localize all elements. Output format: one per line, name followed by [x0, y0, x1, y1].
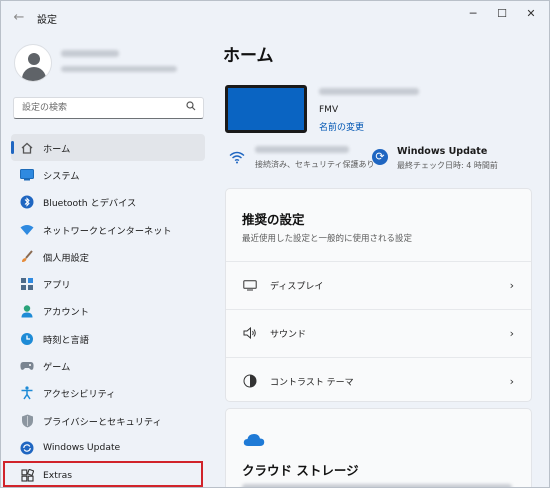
recommended-row-display[interactable]: ディスプレイ › — [226, 261, 531, 308]
title-bar: ← 設定 ─ ☐ ✕ — [1, 1, 549, 35]
bluetooth-icon — [19, 194, 35, 210]
chevron-right-icon: › — [509, 374, 514, 388]
sidebar-item-label: システム — [43, 170, 80, 182]
rename-link[interactable]: 名前の変更 — [319, 120, 364, 133]
user-name-redacted — [61, 50, 119, 57]
recommended-subtitle: 最近使用した設定と一般的に使用される設定 — [242, 234, 413, 244]
sidebar-item-label: プライバシーとセキュリティ — [43, 416, 162, 428]
sidebar-item-network[interactable]: ネットワークとインターネット — [11, 216, 205, 243]
sidebar-item-label: Windows Update — [43, 442, 121, 454]
brush-icon — [19, 249, 35, 265]
window-title: 設定 — [37, 15, 57, 26]
sidebar-item-label: 時刻と言語 — [43, 334, 89, 346]
monitor-icon — [242, 279, 258, 291]
row-label: ディスプレイ — [270, 281, 324, 292]
device-image — [225, 85, 307, 133]
network-status: 接続済み、セキュリティ保護あり — [255, 160, 375, 169]
search-box[interactable] — [13, 97, 204, 119]
sidebar-item-system[interactable]: システム — [11, 161, 205, 188]
sidebar-item-accounts[interactable]: アカウント — [11, 298, 205, 325]
sidebar-nav: ホーム システム Bluetooth とデバイス ネットワークとインターネット … — [11, 134, 205, 487]
arrow-left-icon: ← — [13, 10, 25, 25]
avatar[interactable] — [14, 44, 52, 82]
windows-update-icon: ⟳ — [372, 149, 388, 165]
cloud-storage-title: クラウド ストレージ — [242, 463, 359, 478]
contrast-icon — [242, 374, 258, 388]
shield-icon — [19, 413, 35, 429]
page-title: ホーム — [223, 46, 274, 66]
time-language-icon — [19, 331, 35, 347]
row-label: コントラスト テーマ — [270, 377, 354, 388]
sidebar-item-home[interactable]: ホーム — [11, 134, 205, 162]
recommended-title: 推奨の設定 — [242, 212, 305, 227]
sidebar-item-label: ネットワークとインターネット — [43, 225, 172, 237]
device-name-redacted — [319, 88, 419, 95]
sidebar-item-apps[interactable]: アプリ — [11, 270, 205, 297]
sidebar-item-privacy[interactable]: プライバシーとセキュリティ — [11, 407, 205, 434]
sidebar-item-gaming[interactable]: ゲーム — [11, 352, 205, 379]
maximize-button[interactable]: ☐ — [488, 5, 516, 23]
speaker-icon — [242, 327, 258, 339]
sidebar-item-label: Bluetooth とデバイス — [43, 198, 137, 210]
sidebar-item-label: アプリ — [43, 280, 71, 292]
recommended-row-contrast[interactable]: コントラスト テーマ › — [226, 357, 531, 404]
sidebar-item-windows-update[interactable]: Windows Update — [11, 434, 205, 461]
sidebar-item-label: ゲーム — [43, 362, 71, 374]
extras-highlight-box — [3, 461, 203, 487]
sidebar-item-label: 個人用設定 — [43, 252, 89, 264]
search-input[interactable] — [22, 100, 182, 116]
row-label: サウンド — [270, 329, 307, 340]
chevron-right-icon: › — [509, 326, 514, 340]
gaming-icon — [19, 358, 35, 374]
account-icon — [19, 303, 35, 319]
sidebar-item-label: ホーム — [43, 143, 71, 155]
sidebar-item-label: アクセシビリティ — [43, 389, 116, 401]
sidebar-item-personalization[interactable]: 個人用設定 — [11, 243, 205, 270]
cloud-icon — [243, 432, 265, 451]
recommended-settings-card: 推奨の設定 最近使用した設定と一般的に使用される設定 ディスプレイ › サウンド… — [225, 188, 532, 402]
sidebar-item-accessibility[interactable]: アクセシビリティ — [11, 380, 205, 407]
sidebar-item-time-language[interactable]: 時刻と言語 — [11, 325, 205, 352]
home-icon — [19, 140, 35, 156]
sidebar-item-label: アカウント — [43, 307, 89, 319]
cloud-description-redacted — [242, 484, 512, 487]
network-name-redacted — [255, 146, 349, 153]
close-button[interactable]: ✕ — [517, 5, 545, 23]
windows-update-title[interactable]: Windows Update — [397, 146, 487, 157]
update-icon — [19, 440, 35, 456]
recommended-row-sound[interactable]: サウンド › — [226, 309, 531, 356]
user-email-redacted — [61, 66, 177, 72]
windows-update-status: 最終チェック日時: 4 時間前 — [397, 161, 498, 170]
apps-icon — [19, 276, 35, 292]
wifi-icon — [229, 149, 245, 168]
network-icon — [19, 222, 35, 238]
device-model: FMV — [319, 105, 339, 115]
settings-window: ← 設定 ─ ☐ ✕ ホーム システム — [0, 0, 550, 488]
sidebar-item-bluetooth[interactable]: Bluetooth とデバイス — [11, 189, 205, 216]
search-icon[interactable] — [186, 101, 196, 114]
minimize-button[interactable]: ─ — [459, 5, 487, 23]
chevron-right-icon: › — [509, 278, 514, 292]
system-icon — [19, 167, 35, 183]
back-button[interactable]: ← — [9, 8, 29, 28]
cloud-storage-card: クラウド ストレージ — [225, 408, 532, 487]
accessibility-icon — [19, 385, 35, 401]
